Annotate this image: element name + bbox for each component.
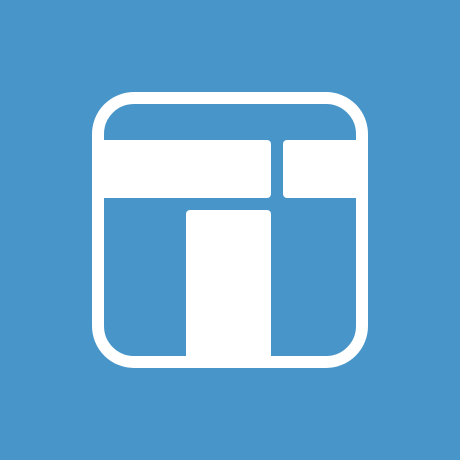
logo-top-right-block	[283, 140, 365, 198]
logo-canvas	[0, 0, 460, 460]
app-logo-icon	[0, 0, 460, 460]
logo-vertical-stem	[186, 210, 271, 360]
logo-top-left-block	[95, 140, 271, 198]
